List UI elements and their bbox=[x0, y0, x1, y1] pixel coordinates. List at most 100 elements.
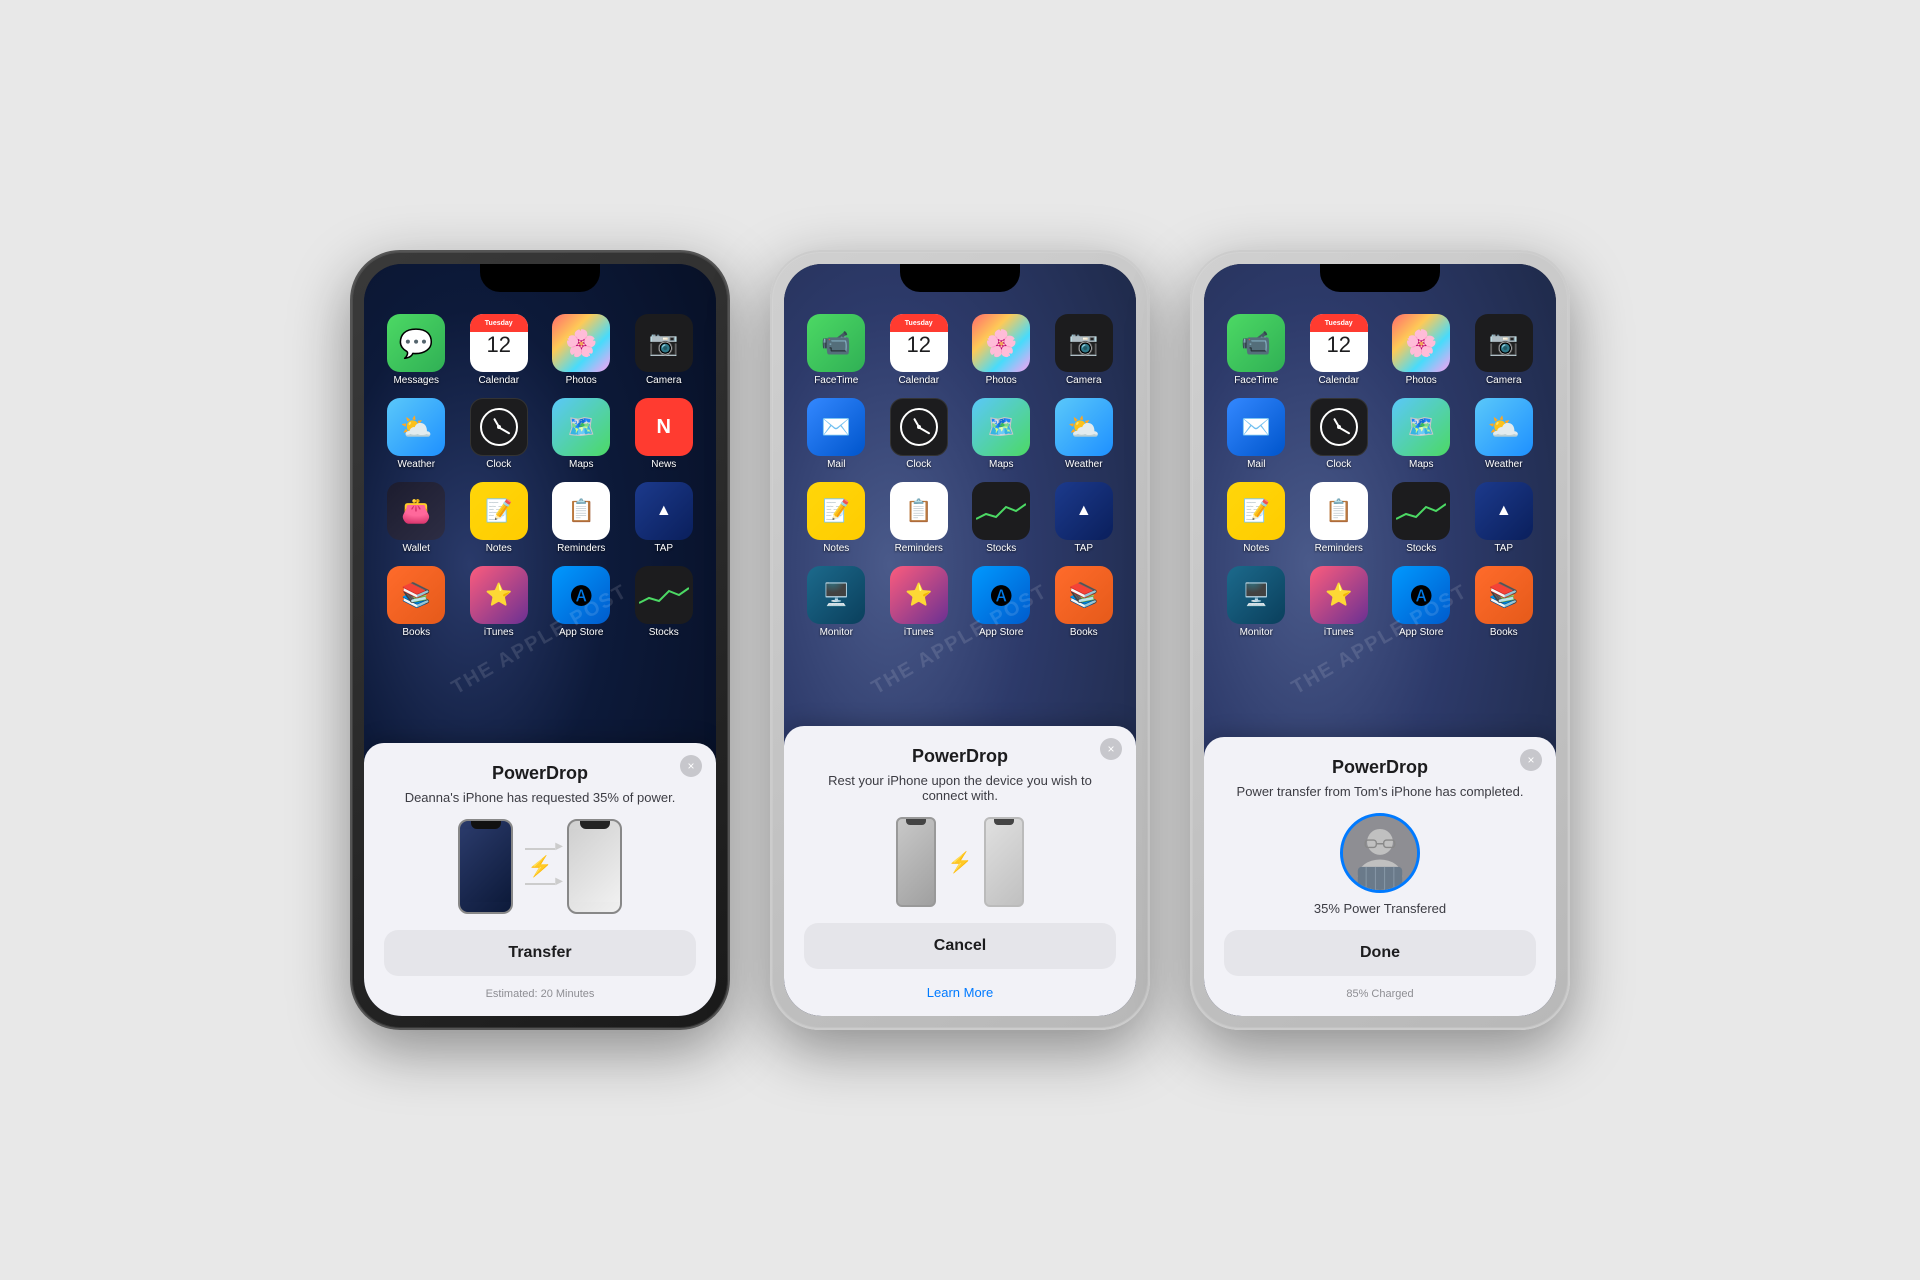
tap-icon-3: ▲ bbox=[1475, 482, 1533, 540]
mail-label-2: Mail bbox=[827, 459, 845, 470]
modal-close-1[interactable]: × bbox=[680, 755, 702, 777]
transfer-arrow-2: ⚡ bbox=[948, 850, 973, 875]
app3-books[interactable]: 📚 Books bbox=[1467, 566, 1542, 638]
side-phone-notch-left bbox=[906, 819, 926, 825]
app2-books[interactable]: 📚 Books bbox=[1047, 566, 1122, 638]
clock-face-3 bbox=[1320, 408, 1358, 446]
app2-mail[interactable]: ✉️ Mail bbox=[799, 398, 874, 470]
app2-itunes[interactable]: ⭐ iTunes bbox=[882, 566, 957, 638]
app3-stocks[interactable]: Stocks bbox=[1384, 482, 1459, 554]
app3-maps[interactable]: 🗺️ Maps bbox=[1384, 398, 1459, 470]
app2-camera[interactable]: 📷 Camera bbox=[1047, 314, 1122, 386]
reminders-label: Reminders bbox=[557, 543, 605, 554]
appstore-label: App Store bbox=[559, 627, 603, 638]
clock-face-2 bbox=[900, 408, 938, 446]
camera-icon-3: 📷 bbox=[1475, 314, 1533, 372]
appstore-label-2: App Store bbox=[979, 627, 1023, 638]
side-phone-notch-right bbox=[994, 819, 1014, 825]
transfer-button[interactable]: Transfer bbox=[384, 930, 696, 976]
app3-itunes[interactable]: ⭐ iTunes bbox=[1302, 566, 1377, 638]
app3-camera[interactable]: 📷 Camera bbox=[1467, 314, 1542, 386]
app2-monitor[interactable]: 🖥️ Monitor bbox=[799, 566, 874, 638]
monitor-icon-2: 🖥️ bbox=[807, 566, 865, 624]
app2-calendar[interactable]: Tuesday 12 Calendar bbox=[882, 314, 957, 386]
cal-date-2: 12 bbox=[907, 334, 931, 356]
tap-label-2: TAP bbox=[1074, 543, 1093, 554]
app3-tap[interactable]: ▲ TAP bbox=[1467, 482, 1542, 554]
photos-icon: 🌸 bbox=[552, 314, 610, 372]
app-wallet[interactable]: 👛 Wallet bbox=[379, 482, 454, 554]
camera-label-3: Camera bbox=[1486, 375, 1522, 386]
modal-subtitle-2: Rest your iPhone upon the device you wis… bbox=[804, 773, 1116, 803]
camera-icon: 📷 bbox=[635, 314, 693, 372]
app-stocks[interactable]: Stocks bbox=[627, 566, 702, 638]
app2-notes[interactable]: 📝 Notes bbox=[799, 482, 874, 554]
app2-stocks[interactable]: Stocks bbox=[964, 482, 1039, 554]
modal-close-3[interactable]: × bbox=[1520, 749, 1542, 771]
app2-reminders[interactable]: 📋 Reminders bbox=[882, 482, 957, 554]
app-messages[interactable]: 💬 Messages bbox=[379, 314, 454, 386]
app2-facetime[interactable]: 📹 FaceTime bbox=[799, 314, 874, 386]
calendar-label-2: Calendar bbox=[898, 375, 939, 386]
modal-close-2[interactable]: × bbox=[1100, 738, 1122, 760]
app-maps[interactable]: 🗺️ Maps bbox=[544, 398, 619, 470]
app-news[interactable]: N News bbox=[627, 398, 702, 470]
app-notes[interactable]: 📝 Notes bbox=[462, 482, 537, 554]
app3-notes[interactable]: 📝 Notes bbox=[1219, 482, 1294, 554]
cal-day: Tuesday bbox=[470, 314, 528, 332]
messages-label: Messages bbox=[393, 375, 439, 386]
modal-title-3: PowerDrop bbox=[1224, 757, 1536, 778]
monitor-label-2: Monitor bbox=[820, 627, 853, 638]
done-button[interactable]: Done bbox=[1224, 930, 1536, 976]
app2-photos[interactable]: 🌸 Photos bbox=[964, 314, 1039, 386]
camera-label: Camera bbox=[646, 375, 682, 386]
notch-1 bbox=[480, 264, 600, 292]
app-camera[interactable]: 📷 Camera bbox=[627, 314, 702, 386]
app3-calendar[interactable]: Tuesday 12 Calendar bbox=[1302, 314, 1377, 386]
app3-photos[interactable]: 🌸 Photos bbox=[1384, 314, 1459, 386]
stocks-chart-2 bbox=[976, 499, 1026, 524]
app3-appstore[interactable]: 🅐 App Store bbox=[1384, 566, 1459, 638]
app3-monitor[interactable]: 🖥️ Monitor bbox=[1219, 566, 1294, 638]
weather-icon-3: ⛅ bbox=[1475, 398, 1533, 456]
app2-maps[interactable]: 🗺️ Maps bbox=[964, 398, 1039, 470]
photos-icon-2: 🌸 bbox=[972, 314, 1030, 372]
maps-icon-2: 🗺️ bbox=[972, 398, 1030, 456]
app-tap[interactable]: ▲ TAP bbox=[627, 482, 702, 554]
side-phone-right bbox=[984, 817, 1024, 907]
learn-more-link[interactable]: Learn More bbox=[804, 985, 1116, 1000]
itunes-label: iTunes bbox=[484, 627, 514, 638]
app3-facetime[interactable]: 📹 FaceTime bbox=[1219, 314, 1294, 386]
reminders-icon-3: 📋 bbox=[1310, 482, 1368, 540]
app2-clock[interactable]: Clock bbox=[882, 398, 957, 470]
app3-mail[interactable]: ✉️ Mail bbox=[1219, 398, 1294, 470]
app3-clock[interactable]: Clock bbox=[1302, 398, 1377, 470]
app-clock[interactable]: Clock bbox=[462, 398, 537, 470]
appstore-icon-3: 🅐 bbox=[1392, 566, 1450, 624]
app-itunes[interactable]: ⭐ iTunes bbox=[462, 566, 537, 638]
app-appstore[interactable]: 🅐 App Store bbox=[544, 566, 619, 638]
maps-label-3: Maps bbox=[1409, 459, 1433, 470]
itunes-icon: ⭐ bbox=[470, 566, 528, 624]
app-weather[interactable]: ⛅ Weather bbox=[379, 398, 454, 470]
mail-icon-2: ✉️ bbox=[807, 398, 865, 456]
app-calendar[interactable]: Tuesday 12 Calendar bbox=[462, 314, 537, 386]
photos-label-3: Photos bbox=[1406, 375, 1437, 386]
tap-icon-2: ▲ bbox=[1055, 482, 1113, 540]
notes-icon-2: 📝 bbox=[807, 482, 865, 540]
modal-subtitle-1: Deanna's iPhone has requested 35% of pow… bbox=[384, 790, 696, 805]
monitor-icon-3: 🖥️ bbox=[1227, 566, 1285, 624]
clock-label-2: Clock bbox=[906, 459, 931, 470]
app-photos[interactable]: 🌸 Photos bbox=[544, 314, 619, 386]
app3-weather[interactable]: ⛅ Weather bbox=[1467, 398, 1542, 470]
app2-appstore[interactable]: 🅐 App Store bbox=[964, 566, 1039, 638]
app2-tap[interactable]: ▲ TAP bbox=[1047, 482, 1122, 554]
cal-day-2: Tuesday bbox=[890, 314, 948, 332]
cancel-button[interactable]: Cancel bbox=[804, 923, 1116, 969]
clock-center-dot bbox=[497, 425, 501, 429]
transfer-area-2: ⚡ bbox=[804, 817, 1116, 907]
app2-weather[interactable]: ⛅ Weather bbox=[1047, 398, 1122, 470]
app3-reminders[interactable]: 📋 Reminders bbox=[1302, 482, 1377, 554]
app-reminders[interactable]: 📋 Reminders bbox=[544, 482, 619, 554]
app-books[interactable]: 📚 Books bbox=[379, 566, 454, 638]
